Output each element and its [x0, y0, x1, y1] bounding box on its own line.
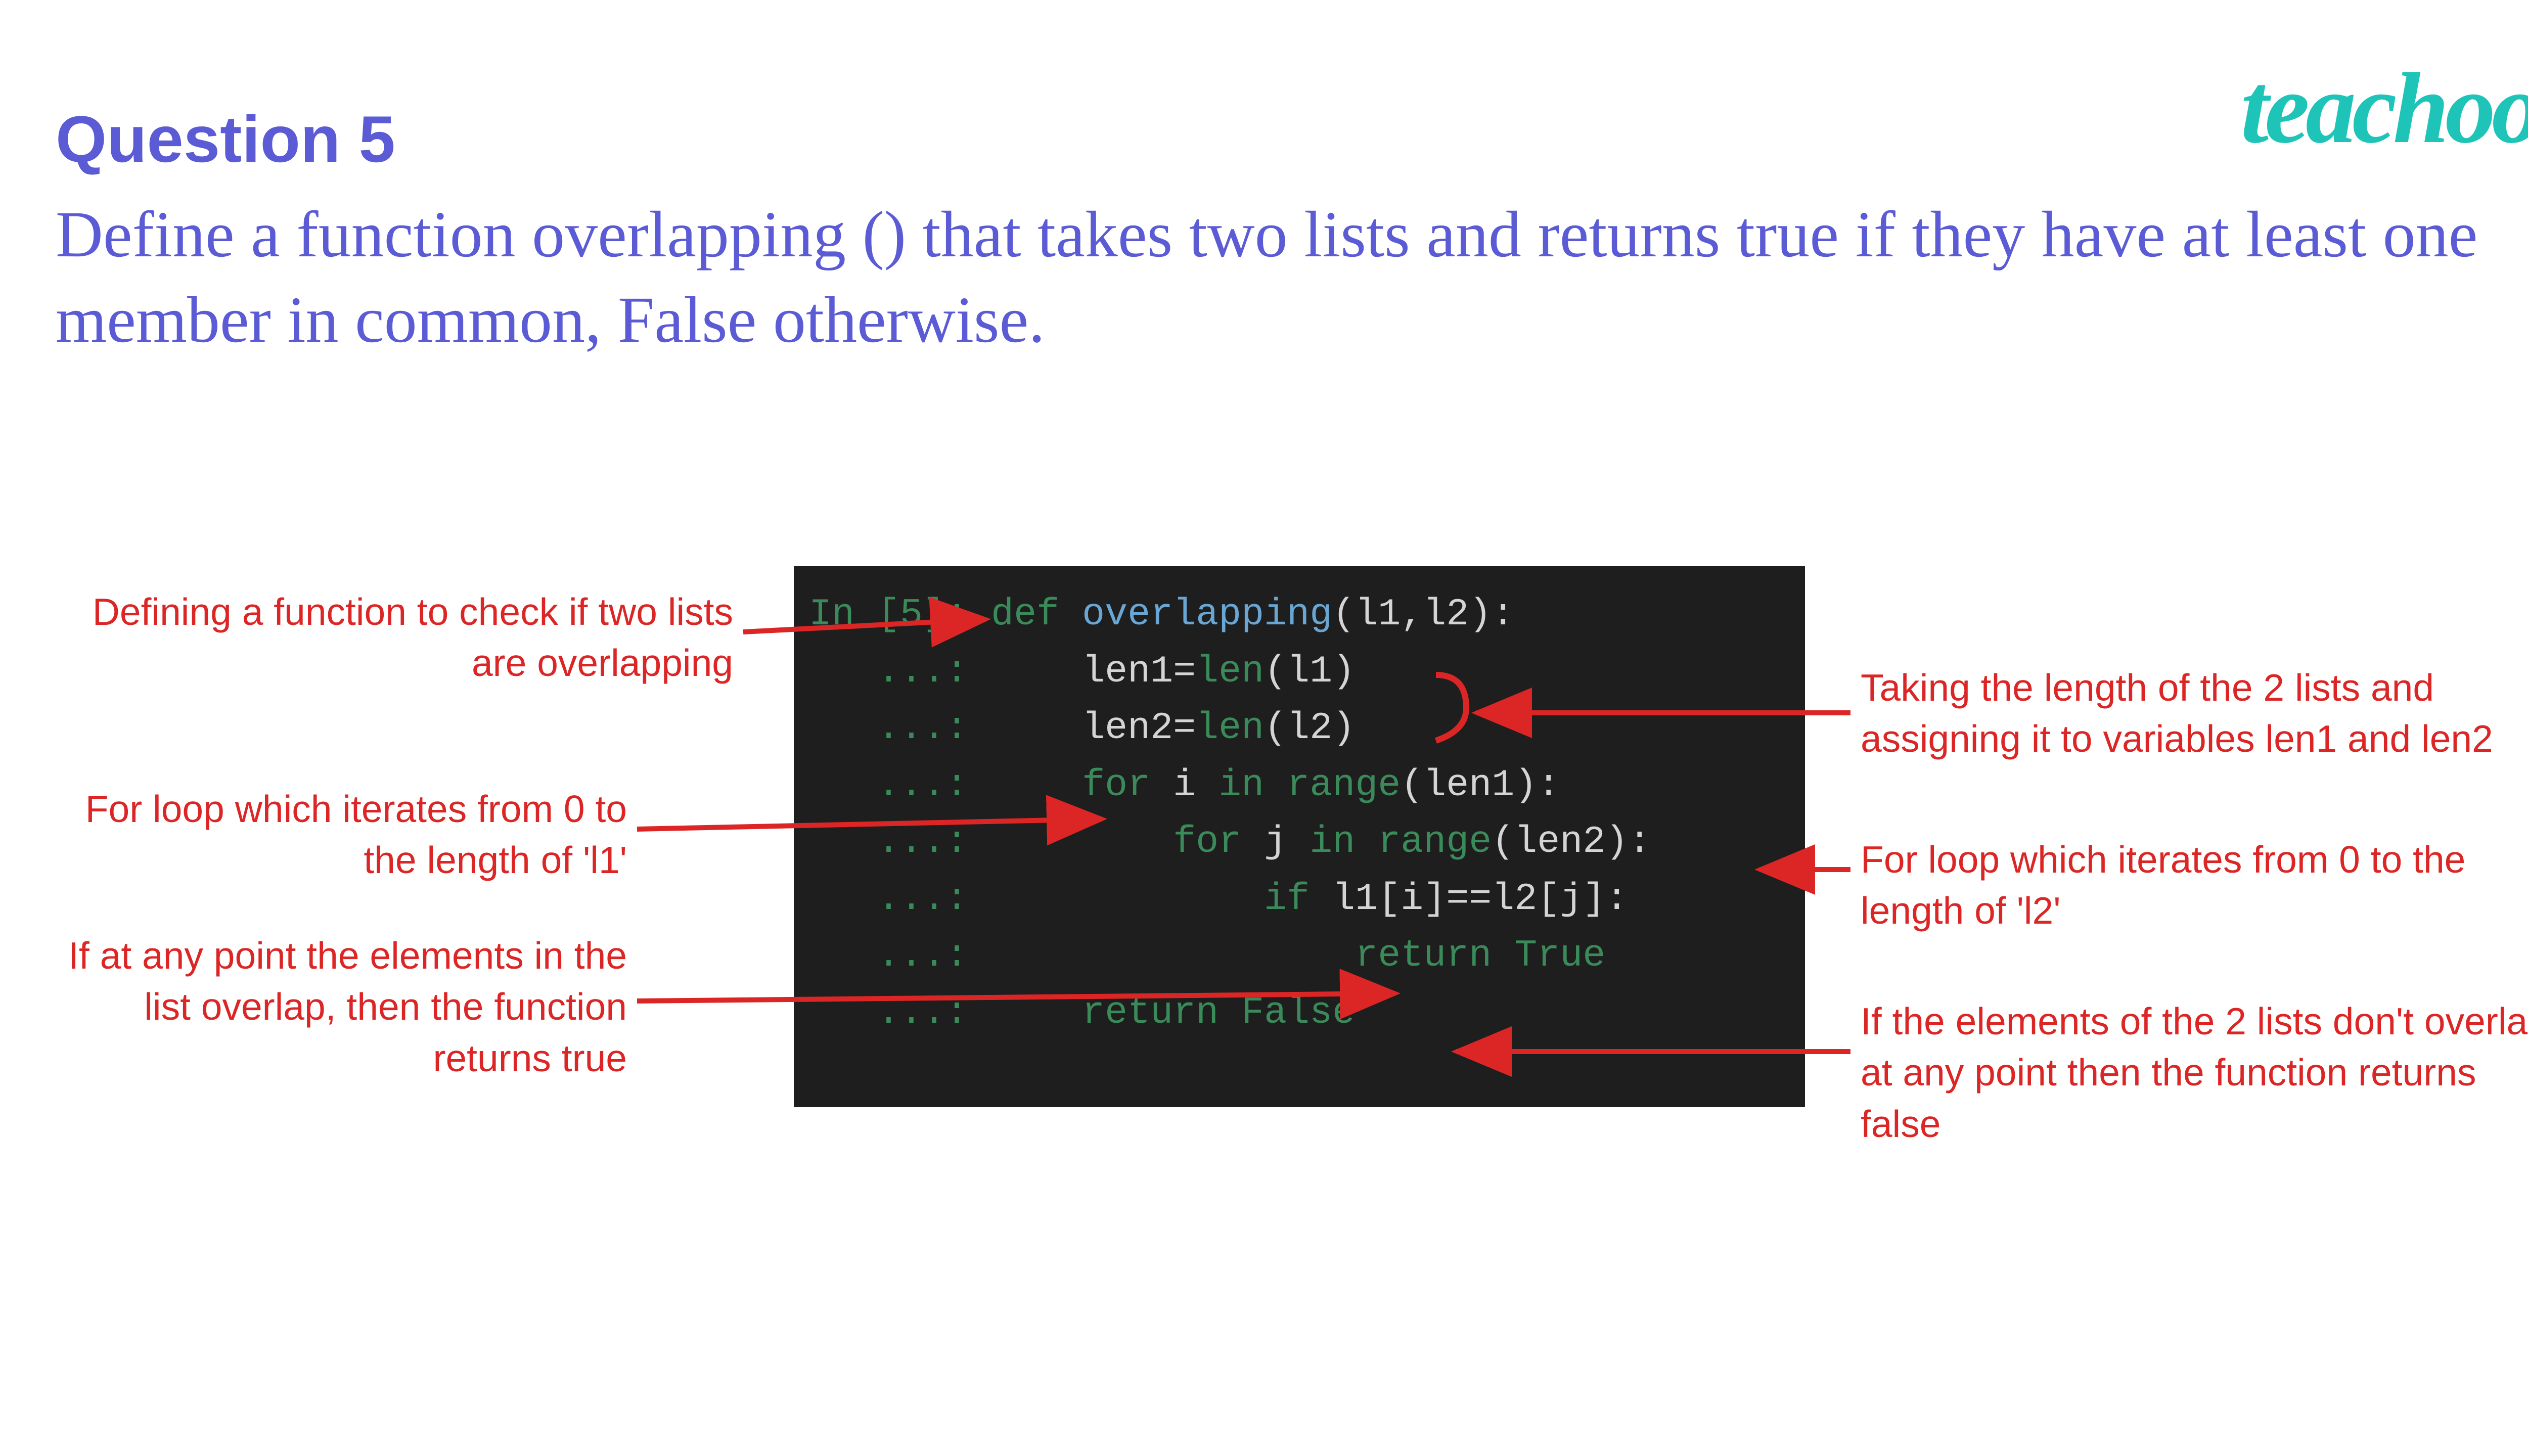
annotation-length-vars: Taking the length of the 2 lists and ass… — [1861, 662, 2528, 765]
question-title: Question 5 — [56, 101, 395, 177]
code-line-7: ...: return True — [809, 928, 1790, 985]
code-line-8: ...: return False — [809, 985, 1790, 1042]
brand-logo: teachoo — [2241, 51, 2528, 166]
annotation-for-l2: For loop which iterates from 0 to the le… — [1861, 834, 2528, 937]
code-line-4: ...: for i in range(len1): — [809, 757, 1790, 814]
annotation-for-l1: For loop which iterates from 0 to the le… — [35, 784, 627, 886]
code-block: In [5]: def overlapping(l1,l2): ...: len… — [794, 566, 1805, 1107]
code-line-3: ...: len2=len(l2) — [809, 700, 1790, 757]
code-line-5: ...: for j in range(len2): — [809, 814, 1790, 871]
annotation-define-function: Defining a function to check if two list… — [35, 586, 733, 689]
code-line-2: ...: len1=len(l1) — [809, 644, 1790, 701]
code-line-1: In [5]: def overlapping(l1,l2): — [809, 586, 1790, 644]
annotation-return-false: If the elements of the 2 lists don't ove… — [1861, 996, 2528, 1150]
question-body: Define a function overlapping () that ta… — [56, 192, 2528, 363]
code-line-6: ...: if l1[i]==l2[j]: — [809, 871, 1790, 928]
annotation-return-true: If at any point the elements in the list… — [35, 930, 627, 1084]
